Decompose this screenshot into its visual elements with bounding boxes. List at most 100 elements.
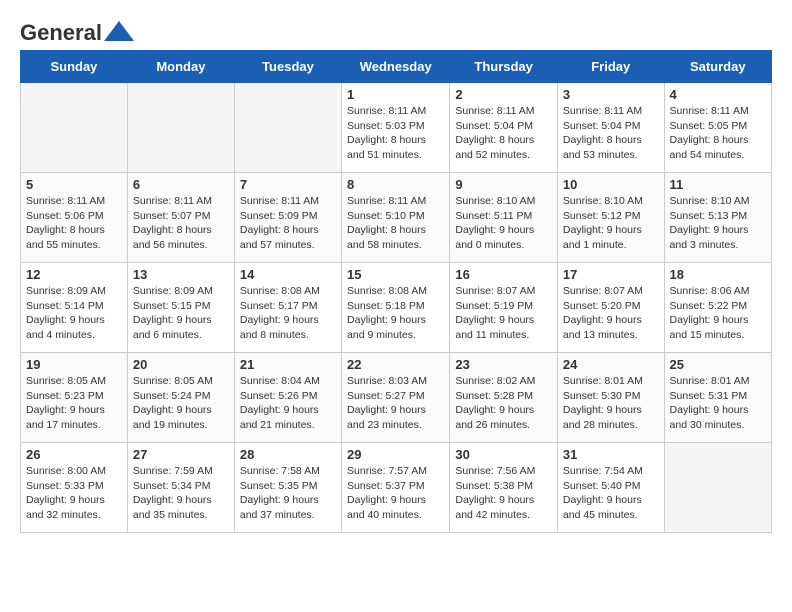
- week-row-1: 1 Sunrise: 8:11 AMSunset: 5:03 PMDaylight…: [21, 83, 772, 173]
- day-info: Sunrise: 8:10 AMSunset: 5:12 PMDaylight:…: [563, 194, 659, 253]
- day-number: 5: [26, 177, 122, 192]
- day-info: Sunrise: 8:11 AMSunset: 5:03 PMDaylight:…: [347, 104, 444, 163]
- day-info: Sunrise: 8:11 AMSunset: 5:07 PMDaylight:…: [133, 194, 229, 253]
- calendar-cell: 6 Sunrise: 8:11 AMSunset: 5:07 PMDaylight…: [127, 173, 234, 263]
- day-number: 4: [670, 87, 766, 102]
- day-info: Sunrise: 8:10 AMSunset: 5:13 PMDaylight:…: [670, 194, 766, 253]
- day-number: 15: [347, 267, 444, 282]
- day-info: Sunrise: 7:54 AMSunset: 5:40 PMDaylight:…: [563, 464, 659, 523]
- calendar-cell: 8 Sunrise: 8:11 AMSunset: 5:10 PMDaylight…: [342, 173, 450, 263]
- calendar-cell: 4Sunrise: 8:11 AMSunset: 5:05 PMDaylight…: [664, 83, 771, 173]
- logo-general: General: [20, 20, 102, 46]
- day-number: 19: [26, 357, 122, 372]
- day-number: 7: [240, 177, 336, 192]
- day-number: 13: [133, 267, 229, 282]
- day-info: Sunrise: 7:56 AMSunset: 5:38 PMDaylight:…: [455, 464, 552, 523]
- day-number: 6: [133, 177, 229, 192]
- day-info: Sunrise: 8:03 AMSunset: 5:27 PMDaylight:…: [347, 374, 444, 433]
- calendar-cell: 23 Sunrise: 8:02 AMSunset: 5:28 PMDayligh…: [450, 353, 558, 443]
- day-info: Sunrise: 8:02 AMSunset: 5:28 PMDaylight:…: [455, 374, 552, 433]
- day-info: Sunrise: 8:11 AMSunset: 5:04 PMDaylight:…: [563, 104, 659, 163]
- day-number: 14: [240, 267, 336, 282]
- day-number: 1: [347, 87, 444, 102]
- day-number: 30: [455, 447, 552, 462]
- day-info: Sunrise: 8:05 AMSunset: 5:24 PMDaylight:…: [133, 374, 229, 433]
- logo: General: [20, 20, 134, 40]
- calendar-cell: 21Sunrise: 8:04 AMSunset: 5:26 PMDayligh…: [234, 353, 341, 443]
- day-number: 10: [563, 177, 659, 192]
- day-info: Sunrise: 8:05 AMSunset: 5:23 PMDaylight:…: [26, 374, 122, 433]
- calendar-cell: 15 Sunrise: 8:08 AMSunset: 5:18 PMDayligh…: [342, 263, 450, 353]
- calendar-cell: [234, 83, 341, 173]
- calendar-cell: [664, 443, 771, 533]
- weekday-header-monday: Monday: [127, 51, 234, 83]
- calendar-cell: 10 Sunrise: 8:10 AMSunset: 5:12 PMDayligh…: [557, 173, 664, 263]
- day-number: 22: [347, 357, 444, 372]
- day-info: Sunrise: 8:11 AMSunset: 5:10 PMDaylight:…: [347, 194, 444, 253]
- calendar-cell: 30 Sunrise: 7:56 AMSunset: 5:38 PMDayligh…: [450, 443, 558, 533]
- calendar-cell: 17 Sunrise: 8:07 AMSunset: 5:20 PMDayligh…: [557, 263, 664, 353]
- day-number: 12: [26, 267, 122, 282]
- weekday-header-saturday: Saturday: [664, 51, 771, 83]
- weekday-header-row: SundayMondayTuesdayWednesdayThursdayFrid…: [21, 51, 772, 83]
- day-info: Sunrise: 8:07 AMSunset: 5:20 PMDaylight:…: [563, 284, 659, 343]
- calendar-cell: 9Sunrise: 8:10 AMSunset: 5:11 PMDaylight…: [450, 173, 558, 263]
- day-info: Sunrise: 8:09 AMSunset: 5:15 PMDaylight:…: [133, 284, 229, 343]
- calendar-cell: 24 Sunrise: 8:01 AMSunset: 5:30 PMDayligh…: [557, 353, 664, 443]
- week-row-4: 19 Sunrise: 8:05 AMSunset: 5:23 PMDayligh…: [21, 353, 772, 443]
- week-row-5: 26Sunrise: 8:00 AMSunset: 5:33 PMDayligh…: [21, 443, 772, 533]
- day-info: Sunrise: 8:04 AMSunset: 5:26 PMDaylight:…: [240, 374, 336, 433]
- calendar-table: SundayMondayTuesdayWednesdayThursdayFrid…: [20, 50, 772, 533]
- page-header: General: [20, 20, 772, 40]
- day-info: Sunrise: 8:10 AMSunset: 5:11 PMDaylight:…: [455, 194, 552, 253]
- day-number: 28: [240, 447, 336, 462]
- weekday-header-tuesday: Tuesday: [234, 51, 341, 83]
- calendar-cell: 2Sunrise: 8:11 AMSunset: 5:04 PMDaylight…: [450, 83, 558, 173]
- day-number: 25: [670, 357, 766, 372]
- day-number: 24: [563, 357, 659, 372]
- week-row-3: 12 Sunrise: 8:09 AMSunset: 5:14 PMDayligh…: [21, 263, 772, 353]
- weekday-header-wednesday: Wednesday: [342, 51, 450, 83]
- day-info: Sunrise: 8:00 AMSunset: 5:33 PMDaylight:…: [26, 464, 122, 523]
- day-info: Sunrise: 8:06 AMSunset: 5:22 PMDaylight:…: [670, 284, 766, 343]
- day-info: Sunrise: 8:08 AMSunset: 5:17 PMDaylight:…: [240, 284, 336, 343]
- day-info: Sunrise: 8:01 AMSunset: 5:31 PMDaylight:…: [670, 374, 766, 433]
- day-number: 3: [563, 87, 659, 102]
- calendar-cell: 26Sunrise: 8:00 AMSunset: 5:33 PMDayligh…: [21, 443, 128, 533]
- weekday-header-friday: Friday: [557, 51, 664, 83]
- calendar-cell: 19 Sunrise: 8:05 AMSunset: 5:23 PMDayligh…: [21, 353, 128, 443]
- day-info: Sunrise: 8:11 AMSunset: 5:04 PMDaylight:…: [455, 104, 552, 163]
- week-row-2: 5 Sunrise: 8:11 AMSunset: 5:06 PMDaylight…: [21, 173, 772, 263]
- day-number: 23: [455, 357, 552, 372]
- calendar-cell: 28Sunrise: 7:58 AMSunset: 5:35 PMDayligh…: [234, 443, 341, 533]
- day-info: Sunrise: 8:11 AMSunset: 5:06 PMDaylight:…: [26, 194, 122, 253]
- day-info: Sunrise: 7:57 AMSunset: 5:37 PMDaylight:…: [347, 464, 444, 523]
- logo-arrow-icon: [104, 21, 134, 41]
- calendar-cell: 14 Sunrise: 8:08 AMSunset: 5:17 PMDayligh…: [234, 263, 341, 353]
- calendar-cell: 22 Sunrise: 8:03 AMSunset: 5:27 PMDayligh…: [342, 353, 450, 443]
- calendar-cell: 25 Sunrise: 8:01 AMSunset: 5:31 PMDayligh…: [664, 353, 771, 443]
- weekday-header-thursday: Thursday: [450, 51, 558, 83]
- day-info: Sunrise: 8:09 AMSunset: 5:14 PMDaylight:…: [26, 284, 122, 343]
- calendar-cell: 18 Sunrise: 8:06 AMSunset: 5:22 PMDayligh…: [664, 263, 771, 353]
- calendar-cell: 31 Sunrise: 7:54 AMSunset: 5:40 PMDayligh…: [557, 443, 664, 533]
- calendar-cell: 1 Sunrise: 8:11 AMSunset: 5:03 PMDaylight…: [342, 83, 450, 173]
- day-number: 31: [563, 447, 659, 462]
- calendar-cell: 3 Sunrise: 8:11 AMSunset: 5:04 PMDaylight…: [557, 83, 664, 173]
- day-number: 27: [133, 447, 229, 462]
- day-info: Sunrise: 8:01 AMSunset: 5:30 PMDaylight:…: [563, 374, 659, 433]
- day-info: Sunrise: 7:59 AMSunset: 5:34 PMDaylight:…: [133, 464, 229, 523]
- day-number: 20: [133, 357, 229, 372]
- day-info: Sunrise: 8:08 AMSunset: 5:18 PMDaylight:…: [347, 284, 444, 343]
- day-number: 17: [563, 267, 659, 282]
- calendar-cell: 27 Sunrise: 7:59 AMSunset: 5:34 PMDayligh…: [127, 443, 234, 533]
- calendar-cell: 11Sunrise: 8:10 AMSunset: 5:13 PMDayligh…: [664, 173, 771, 263]
- calendar-cell: 29Sunrise: 7:57 AMSunset: 5:37 PMDayligh…: [342, 443, 450, 533]
- day-number: 18: [670, 267, 766, 282]
- calendar-cell: 20 Sunrise: 8:05 AMSunset: 5:24 PMDayligh…: [127, 353, 234, 443]
- calendar-cell: [127, 83, 234, 173]
- calendar-body: 1 Sunrise: 8:11 AMSunset: 5:03 PMDaylight…: [21, 83, 772, 533]
- weekday-header-sunday: Sunday: [21, 51, 128, 83]
- day-number: 8: [347, 177, 444, 192]
- calendar-cell: [21, 83, 128, 173]
